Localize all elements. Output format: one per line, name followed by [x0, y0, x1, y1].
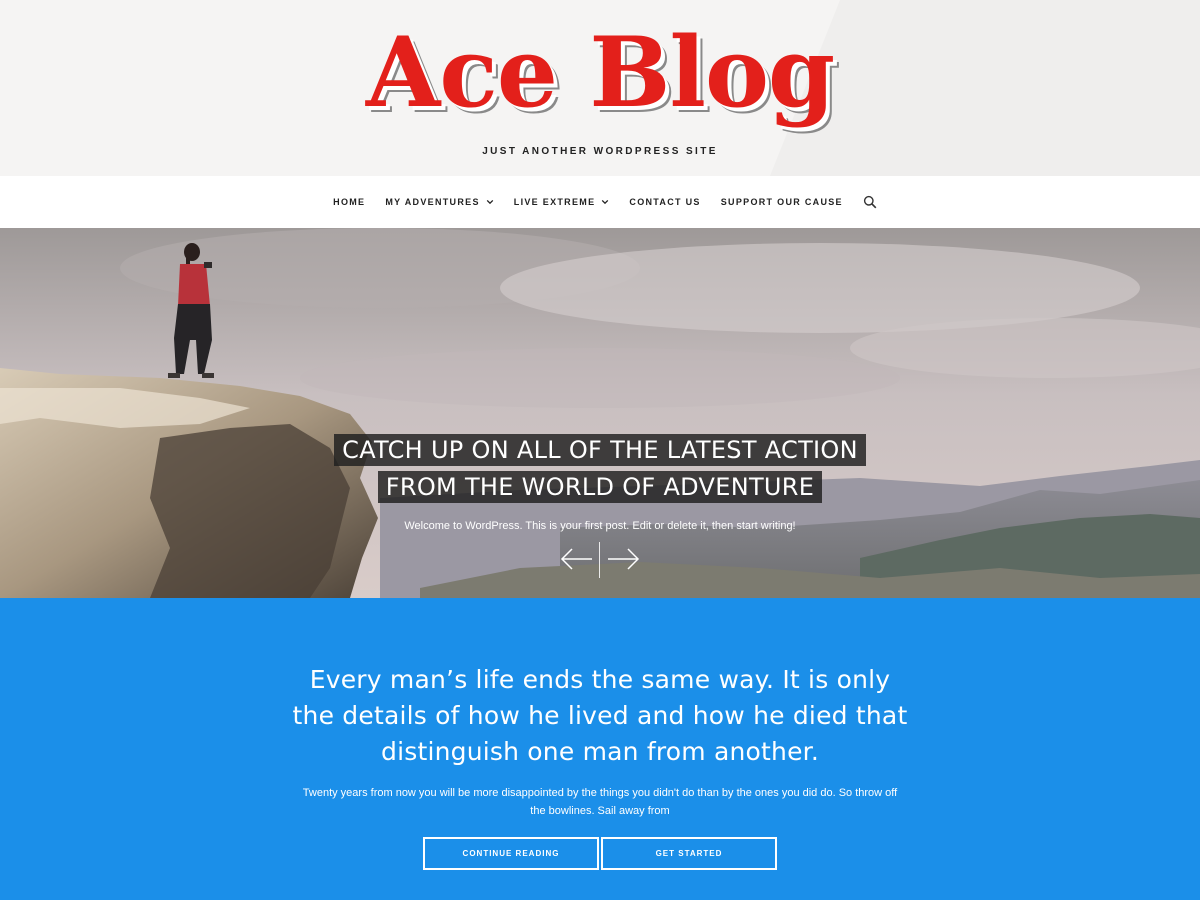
hero-caption: CATCH UP ON ALL OF THE LATEST ACTION FRO… [0, 434, 1200, 508]
hero-title-line-2[interactable]: FROM THE WORLD OF ADVENTURE [377, 471, 823, 503]
nav-item-label: MY ADVENTURES [385, 197, 480, 207]
arrow-left-icon[interactable] [560, 548, 594, 570]
hero-subtitle: Welcome to WordPress. This is your first… [404, 520, 796, 532]
chevron-down-icon [486, 199, 494, 205]
nav-item-home[interactable]: HOME [323, 176, 375, 228]
hero-slider: CATCH UP ON ALL OF THE LATEST ACTION FRO… [0, 228, 1200, 598]
slider-navigation [555, 540, 645, 580]
search-icon[interactable] [863, 195, 877, 209]
nav-item-label: LIVE EXTREME [513, 197, 596, 207]
arrow-right-icon[interactable] [606, 548, 640, 570]
continue-reading-button[interactable]: CONTINUE READING [423, 837, 599, 870]
quote-subtext: Twenty years from now you will be more d… [302, 787, 898, 817]
nav-item-label: CONTACT US [629, 197, 701, 207]
site-tagline: JUST ANOTHER WORDPRESS SITE [482, 146, 718, 157]
site-title[interactable]: Ace Blog [0, 18, 1200, 128]
nav-item-my-adventures[interactable]: MY ADVENTURES [375, 176, 503, 228]
quote-text: Every man’s life ends the same way. It i… [292, 665, 908, 766]
get-started-button[interactable]: GET STARTED [601, 837, 777, 870]
nav-item-label: SUPPORT OUR CAUSE [720, 197, 843, 207]
hero-title-line-1[interactable]: CATCH UP ON ALL OF THE LATEST ACTION [334, 434, 866, 466]
nav-item-label: HOME [333, 197, 366, 207]
main-navigation: HOME MY ADVENTURES LIVE EXTREME CONTACT … [0, 176, 1200, 228]
site-header: Ace Blog JUST ANOTHER WORDPRESS SITE [0, 0, 1200, 176]
nav-item-support-our-cause[interactable]: SUPPORT OUR CAUSE [711, 176, 853, 228]
nav-item-contact-us[interactable]: CONTACT US [619, 176, 710, 228]
slider-divider [599, 542, 600, 578]
chevron-down-icon [602, 199, 609, 205]
quote-section: Every man’s life ends the same way. It i… [0, 598, 1200, 900]
nav-list: HOME MY ADVENTURES LIVE EXTREME CONTACT … [323, 176, 877, 228]
nav-item-live-extreme[interactable]: LIVE EXTREME [504, 176, 620, 228]
